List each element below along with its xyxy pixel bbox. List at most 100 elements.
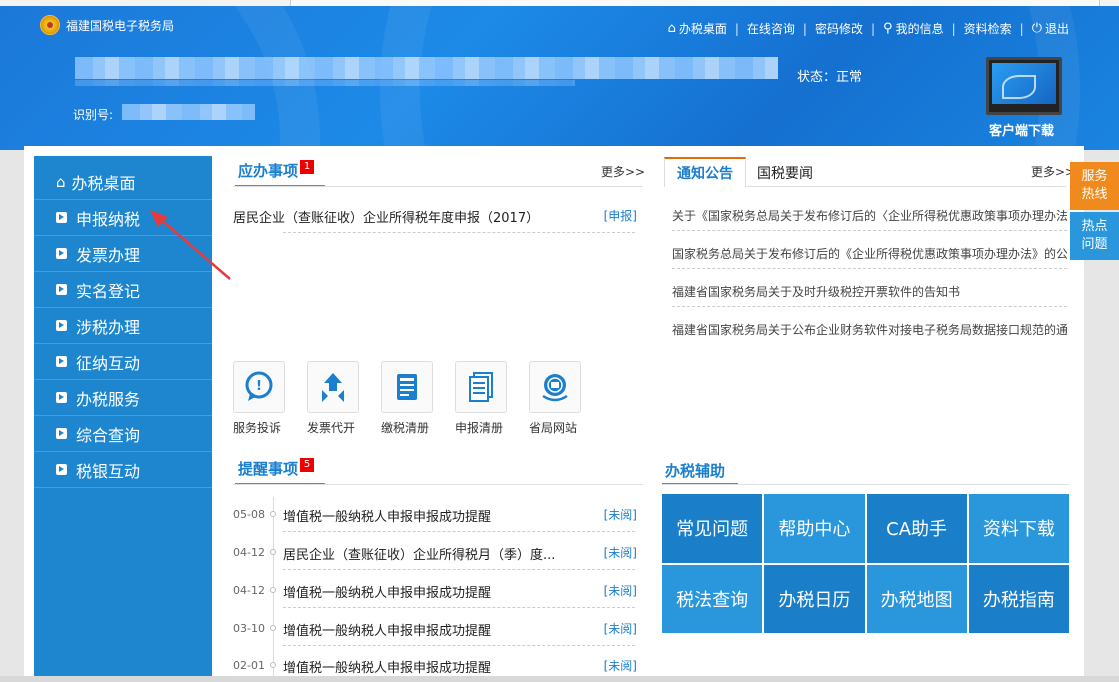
reminder-divider: [283, 569, 635, 570]
reminder-date: 05-08: [233, 508, 265, 521]
nav-change-password[interactable]: 密码修改: [815, 20, 863, 37]
tool-complaint[interactable]: ! 服务投诉: [233, 361, 307, 436]
sidebar-item-label: 发票办理: [76, 245, 141, 265]
tab-notices[interactable]: 通知公告: [664, 157, 746, 187]
sidebar-item-interaction[interactable]: 征纳互动: [34, 344, 212, 380]
browser-tab[interactable]: [290, 0, 1100, 6]
id-label: 识别号:: [73, 108, 114, 122]
notice-item[interactable]: 国家税务总局关于发布修订后的《企业所得税优惠政策事项办理办法》的公告: [672, 245, 1067, 262]
sidebar-item-label: 申报纳税: [76, 209, 141, 229]
tool-declaration-list[interactable]: 申报清册: [455, 361, 529, 436]
reminder-text[interactable]: 增值税一般纳税人申报申报成功提醒: [283, 506, 573, 525]
sidebar-item-tax-bank[interactable]: 税银互动: [34, 452, 212, 488]
timeline-dot: [270, 625, 276, 631]
tool-label: 服务投诉: [233, 421, 282, 435]
sidebar-item-desktop[interactable]: ⌂ 办税桌面: [34, 164, 212, 200]
reminder-divider: [283, 531, 635, 532]
reminder-date: 04-12: [233, 546, 265, 559]
sidebar-item-label: 综合查询: [76, 425, 141, 445]
nav-my-info[interactable]: ⚲ 我的信息: [883, 20, 944, 37]
tool-invoice-issue[interactable]: 发票代开: [307, 361, 381, 436]
assist-section-title: 办税辅助: [665, 462, 726, 480]
tool-label: 申报清册: [455, 421, 504, 435]
tool-label: 缴税清册: [381, 421, 430, 435]
nav-separator: |: [951, 21, 956, 36]
reminder-text[interactable]: 增值税一般纳税人申报申报成功提醒: [283, 582, 573, 601]
service-hotline-label: 服务热线: [1081, 169, 1108, 202]
nav-logout[interactable]: ⏻ 退出: [1032, 20, 1069, 37]
service-hotline-button[interactable]: 服务热线: [1070, 162, 1119, 210]
reminders-divider: [233, 484, 643, 485]
sidebar-item-query[interactable]: 综合查询: [34, 416, 212, 452]
svg-text:!: !: [256, 379, 262, 394]
assist-ca-helper[interactable]: CA助手: [866, 494, 967, 563]
reminder-status[interactable]: [未阅]: [604, 657, 637, 674]
account-status: 状态：正常: [797, 70, 863, 85]
sidebar-item-label: 涉税办理: [76, 317, 141, 337]
notice-item[interactable]: 福建省国家税务局关于公布企业财务软件对接电子税务局数据接口规范的通知: [672, 321, 1067, 338]
reminder-status[interactable]: [未阅]: [604, 544, 637, 561]
todo-title-text: 应办事项: [238, 162, 299, 180]
reminder-status[interactable]: [未阅]: [604, 506, 637, 523]
notice-item[interactable]: 关于《国家税务总局关于发布修订后的〈企业所得税优惠政策事项办理办法〉的公告》: [672, 207, 1067, 224]
home-icon: ⌂: [56, 172, 66, 191]
todo-item: 居民企业（查账征收）企业所得税年度申报（2017） [申报]: [233, 207, 637, 226]
declaration-list-icon: [455, 361, 507, 413]
nav-separator: |: [734, 21, 739, 36]
reminder-status[interactable]: [未阅]: [604, 582, 637, 599]
reminder-text[interactable]: 居民企业（查账征收）企业所得税月（季）度...: [283, 544, 573, 563]
assist-downloads[interactable]: 资料下载: [968, 494, 1069, 563]
notices-more-link[interactable]: 更多>>: [1031, 163, 1075, 180]
reminder-date: 02-01: [233, 659, 265, 672]
sidebar-item-tax-service[interactable]: 办税服务: [34, 380, 212, 416]
client-download-link[interactable]: 客户端下载: [989, 120, 1054, 139]
hot-questions-button[interactable]: 热点问题: [1070, 212, 1119, 260]
user-icon: ⚲: [883, 21, 893, 36]
reminder-text[interactable]: 增值税一般纳税人申报申报成功提醒: [283, 620, 573, 639]
sidebar-item-label: 征纳互动: [76, 353, 141, 373]
todo-divider: [233, 186, 643, 187]
assist-faq[interactable]: 常见问题: [662, 494, 763, 563]
monitor-icon[interactable]: [986, 57, 1062, 115]
nav-change-password-label: 密码修改: [814, 22, 863, 36]
tab-tax-news[interactable]: 国税要闻: [757, 163, 813, 183]
sidebar-item-label: 办税服务: [76, 389, 141, 409]
nav-doc-search-label: 资料检索: [963, 22, 1012, 36]
tool-bureau-website[interactable]: 省局网站: [529, 361, 603, 436]
todo-declare-link[interactable]: [申报]: [604, 207, 637, 224]
todo-count-badge: 1: [300, 160, 315, 174]
assist-help-center[interactable]: 帮助中心: [764, 494, 865, 563]
notice-divider: [672, 230, 1067, 231]
assist-tax-guide[interactable]: 办税指南: [968, 564, 1069, 633]
notice-item[interactable]: 福建省国家税务局关于及时升级税控开票软件的告知书: [672, 283, 1067, 300]
sidebar-item-tax-affairs[interactable]: 涉税办理: [34, 308, 212, 344]
hot-questions-label: 热点问题: [1081, 219, 1108, 252]
tool-tax-payment-list[interactable]: 缴税清册: [381, 361, 455, 436]
reminders-section-title: 提醒事项 5: [238, 458, 315, 479]
taxpayer-name-redacted: [75, 57, 778, 79]
timeline-dot: [270, 511, 276, 517]
sidebar-item-label: 实名登记: [76, 281, 141, 301]
home-icon: ⌂: [667, 21, 676, 36]
nav-doc-search[interactable]: 资料检索: [964, 20, 1012, 37]
nav-online-consult[interactable]: 在线咨询: [747, 20, 795, 37]
reminder-text[interactable]: 增值税一般纳税人申报申报成功提醒: [283, 657, 573, 676]
site-title: 福建国税电子税务局: [66, 18, 175, 33]
assist-tax-calendar[interactable]: 办税日历: [764, 564, 865, 633]
nav-desktop[interactable]: ⌂ 办税桌面: [668, 20, 727, 37]
todo-more-link[interactable]: 更多>>: [601, 163, 645, 180]
todo-item-text[interactable]: 居民企业（查账征收）企业所得税年度申报（2017）: [233, 211, 539, 226]
site-logo[interactable]: 福建国税电子税务局: [40, 15, 174, 35]
reminder-status[interactable]: [未阅]: [604, 620, 637, 637]
assist-law-query[interactable]: 税法查询: [662, 564, 763, 633]
play-square-icon: [56, 248, 67, 259]
assist-tax-map[interactable]: 办税地图: [866, 564, 967, 633]
assist-grid: 常见问题 帮助中心 CA助手 资料下载 税法查询 办税日历 办税地图 办税指南: [662, 494, 1069, 633]
reminders-title-text: 提醒事项: [238, 460, 299, 478]
top-nav: ⌂ 办税桌面 | 在线咨询 | 密码修改 | ⚲ 我的信息 | 资料检索 | ⏻ 退出: [668, 20, 1069, 37]
nav-online-consult-label: 在线咨询: [746, 22, 795, 36]
power-icon: ⏻: [1031, 21, 1042, 36]
window-bottom-edge: [0, 676, 1119, 682]
nav-separator: |: [1019, 21, 1024, 36]
invoice-issue-icon: [307, 361, 359, 413]
